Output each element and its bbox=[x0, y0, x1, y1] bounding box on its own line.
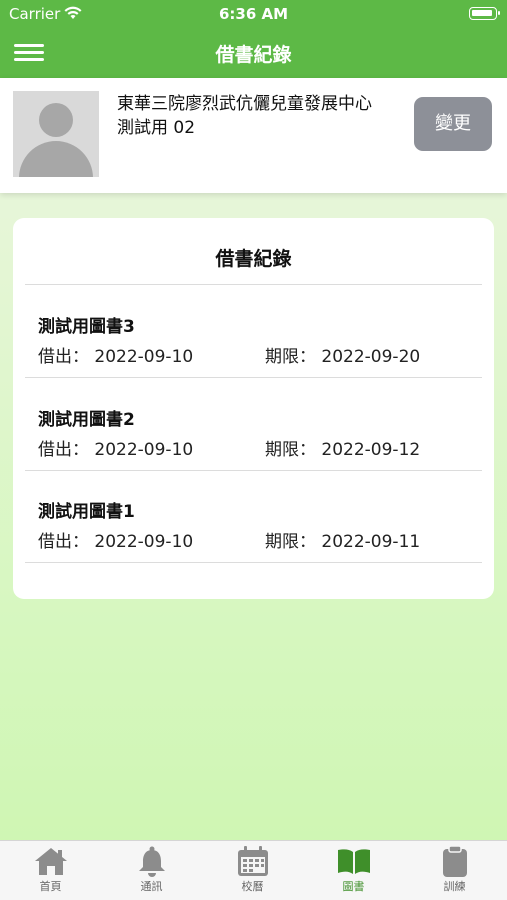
student-name: 測試用 02 bbox=[117, 118, 196, 138]
tab-home[interactable]: 首頁 bbox=[0, 841, 101, 900]
book-icon bbox=[337, 849, 370, 874]
book-title: 測試用圖書3 bbox=[38, 317, 135, 337]
due-date: 期限： 2022-09-12 bbox=[265, 440, 421, 460]
clipboard-icon bbox=[442, 845, 467, 877]
tab-bar: 首頁 通訊 校曆 圖書 訓練 bbox=[0, 840, 507, 900]
school-name: 東華三院廖烈武伉儷兒童發展中心 bbox=[117, 94, 372, 114]
borrow-date: 借出： 2022-09-10 bbox=[38, 347, 194, 367]
list-item[interactable]: 測試用圖書2 借出： 2022-09-10 期限： 2022-09-12 bbox=[25, 378, 482, 471]
tab-calendar[interactable]: 校曆 bbox=[202, 841, 303, 900]
battery-icon bbox=[469, 7, 500, 20]
tab-label: 訓練 bbox=[443, 880, 466, 893]
book-title: 測試用圖書2 bbox=[38, 410, 135, 430]
calendar-icon bbox=[237, 846, 268, 876]
tab-label: 校曆 bbox=[241, 880, 264, 893]
bell-icon bbox=[138, 846, 165, 877]
tab-library[interactable]: 圖書 bbox=[303, 841, 404, 900]
list-item[interactable]: 測試用圖書1 借出： 2022-09-10 期限： 2022-09-11 bbox=[25, 470, 482, 563]
page-title: 借書紀錄 bbox=[215, 44, 292, 66]
tab-messages[interactable]: 通訊 bbox=[101, 841, 202, 900]
list-item[interactable]: 測試用圖書3 借出： 2022-09-10 期限： 2022-09-20 bbox=[25, 285, 482, 378]
avatar bbox=[13, 91, 99, 177]
book-title: 測試用圖書1 bbox=[38, 502, 135, 522]
profile-info: 東華三院廖烈武伉儷兒童發展中心 測試用 02 bbox=[117, 92, 379, 140]
tab-label: 圖書 bbox=[342, 880, 365, 893]
tab-training[interactable]: 訓練 bbox=[404, 841, 505, 900]
borrow-date: 借出： 2022-09-10 bbox=[38, 532, 194, 552]
due-date: 期限： 2022-09-11 bbox=[265, 532, 421, 552]
borrow-records-card: 借書紀錄 測試用圖書3 借出： 2022-09-10 期限： 2022-09-2… bbox=[13, 218, 494, 599]
tab-label: 通訊 bbox=[140, 880, 163, 893]
tab-label: 首頁 bbox=[39, 880, 62, 893]
card-title: 借書紀錄 bbox=[215, 248, 292, 270]
nav-bar: 借書紀錄 bbox=[0, 28, 507, 78]
status-bar: Carrier 6:36 AM bbox=[0, 0, 507, 28]
change-button[interactable]: 變更 bbox=[414, 97, 492, 151]
due-date: 期限： 2022-09-20 bbox=[265, 347, 421, 367]
home-icon bbox=[34, 848, 67, 875]
profile-header: 東華三院廖烈武伉儷兒童發展中心 測試用 02 變更 bbox=[0, 78, 507, 193]
clock: 6:36 AM bbox=[218, 5, 289, 23]
borrow-date: 借出： 2022-09-10 bbox=[38, 440, 194, 460]
